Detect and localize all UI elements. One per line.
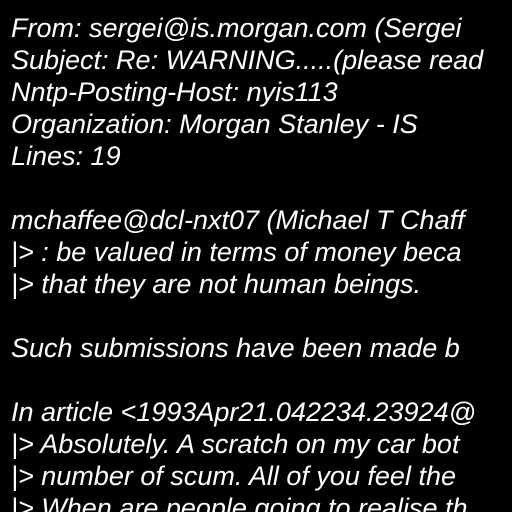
header-from: From: sergei@is.morgan.com (Sergei [11, 13, 462, 43]
body-line: Such submissions have been made b [11, 333, 460, 363]
quoted-line: |> number of scum. All of you feel the [11, 461, 456, 491]
header-lines: Lines: 19 [11, 141, 121, 171]
quoted-line: |> that they are not human beings. [11, 269, 422, 299]
quoted-line: |> Absolutely. A scratch on my car bot [11, 429, 460, 459]
header-subject: Subject: Re: WARNING.....(please read [11, 45, 484, 75]
quoted-line: |> When are people going to realise th [11, 493, 468, 512]
quoted-line: |> : be valued in terms of money beca [11, 237, 462, 267]
attribution-line: mchaffee@dcl-nxt07 (Michael T Chaff [11, 205, 465, 235]
email-text-view: From: sergei@is.morgan.com (Sergei Subje… [0, 0, 512, 512]
article-reference-line: In article <1993Apr21.042234.23924@ [11, 397, 477, 427]
header-posting-host: Nntp-Posting-Host: nyis113 [11, 77, 338, 107]
header-organization: Organization: Morgan Stanley - IS [11, 109, 418, 139]
